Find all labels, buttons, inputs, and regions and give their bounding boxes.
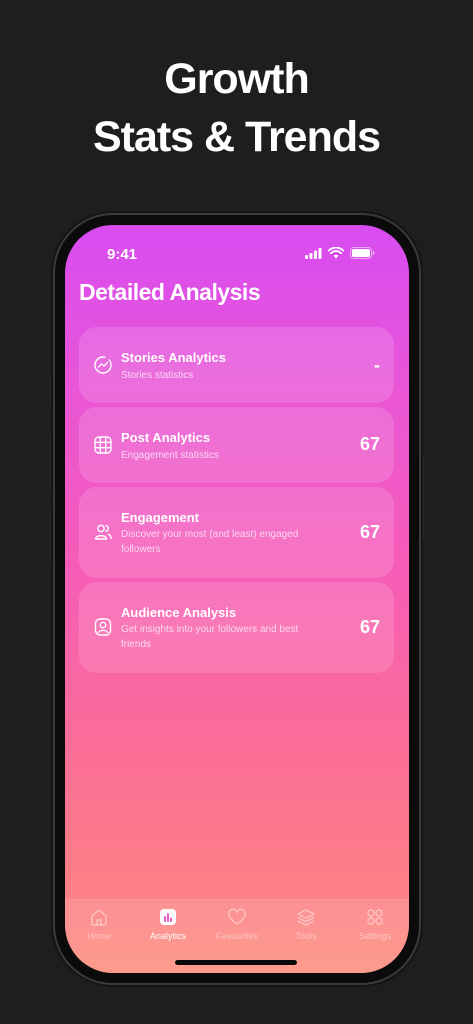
mute-switch xyxy=(50,375,54,407)
status-bar: 9:41 xyxy=(65,225,409,275)
heart-icon xyxy=(228,908,246,925)
phone-frame: 9:41 Detailed Analysis Stories Analytics… xyxy=(55,215,419,983)
battery-icon xyxy=(350,247,375,259)
home-indicator[interactable] xyxy=(175,960,297,965)
tab-label: Analytics xyxy=(149,931,186,941)
trend-chart-icon xyxy=(94,356,112,374)
card-value: 67 xyxy=(359,617,380,637)
page-title: Detailed Analysis xyxy=(79,279,261,305)
power-button xyxy=(420,455,424,540)
signal-icon xyxy=(305,247,322,259)
card-title: Stories Analytics xyxy=(121,350,227,365)
card-title: Engagement xyxy=(121,510,200,525)
card-subtitle: Stories statistics xyxy=(121,370,194,381)
status-icons xyxy=(305,247,375,259)
card-title: Audience Analysis xyxy=(121,605,237,620)
layers-icon xyxy=(297,909,315,926)
stories-analytics-card[interactable]: Stories Analytics Stories statistics - xyxy=(79,327,394,403)
status-time: 9:41 xyxy=(107,246,138,263)
volume-down-button xyxy=(50,508,54,563)
grid-icon xyxy=(94,436,112,454)
card-title: Post Analytics xyxy=(121,430,211,445)
tab-analytics[interactable]: Analytics xyxy=(134,907,202,941)
apps-grid-icon xyxy=(367,909,383,925)
card-value: 67 xyxy=(359,434,380,454)
home-icon xyxy=(91,909,107,926)
audience-analysis-card[interactable]: Audience Analysis Get insights into your… xyxy=(79,582,394,673)
headline-line-1: Growth xyxy=(164,55,309,103)
tab-favourites[interactable]: Favourites xyxy=(203,907,271,941)
post-analytics-card[interactable]: Post Analytics Engagement statistics 67 xyxy=(79,407,394,483)
marketing-headline: Growth Stats & Trends xyxy=(0,50,473,166)
app-screen: 9:41 Detailed Analysis Stories Analytics… xyxy=(65,225,409,973)
engagement-card[interactable]: Engagement Discover your most (and least… xyxy=(79,487,394,578)
tab-label: Settings xyxy=(358,931,392,941)
volume-up-button xyxy=(50,435,54,490)
card-subtitle: Engagement statistics xyxy=(121,450,219,461)
tab-label: Favourites xyxy=(215,931,259,941)
tab-label: Home xyxy=(86,931,111,941)
card-value: 67 xyxy=(359,522,380,542)
headline-line-2: Stats & Trends xyxy=(92,113,381,161)
profile-badge-icon xyxy=(94,618,112,636)
wifi-icon xyxy=(328,247,344,259)
card-subtitle: Get insights into your followers and bes… xyxy=(121,624,299,650)
bar-chart-icon xyxy=(160,909,176,925)
card-subtitle: Discover your most (and least) engaged f… xyxy=(121,529,299,555)
tab-tools[interactable]: Tools xyxy=(272,907,340,941)
tab-home[interactable]: Home xyxy=(65,907,133,941)
card-value: - xyxy=(374,355,380,375)
users-icon xyxy=(94,524,112,540)
tab-settings[interactable]: Settings xyxy=(341,907,409,941)
tab-label: Tools xyxy=(295,931,317,941)
